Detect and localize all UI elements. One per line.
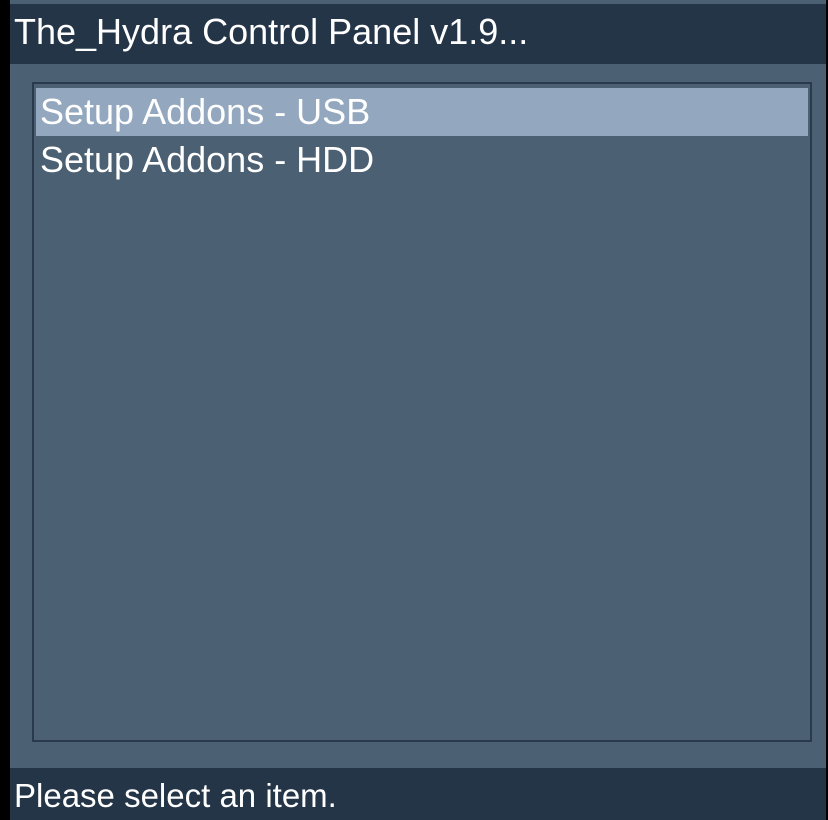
menu-item-setup-addons-hdd[interactable]: Setup Addons - HDD — [36, 136, 808, 184]
status-bar: Please select an item. — [10, 768, 826, 820]
menu-list[interactable]: Setup Addons - USB Setup Addons - HDD — [32, 82, 812, 742]
window-title: The_Hydra Control Panel v1.9... — [10, 4, 826, 64]
panel-frame: The_Hydra Control Panel v1.9... Setup Ad… — [10, 0, 826, 820]
menu-item-setup-addons-usb[interactable]: Setup Addons - USB — [36, 88, 808, 136]
control-panel-window: The_Hydra Control Panel v1.9... Setup Ad… — [0, 0, 828, 820]
